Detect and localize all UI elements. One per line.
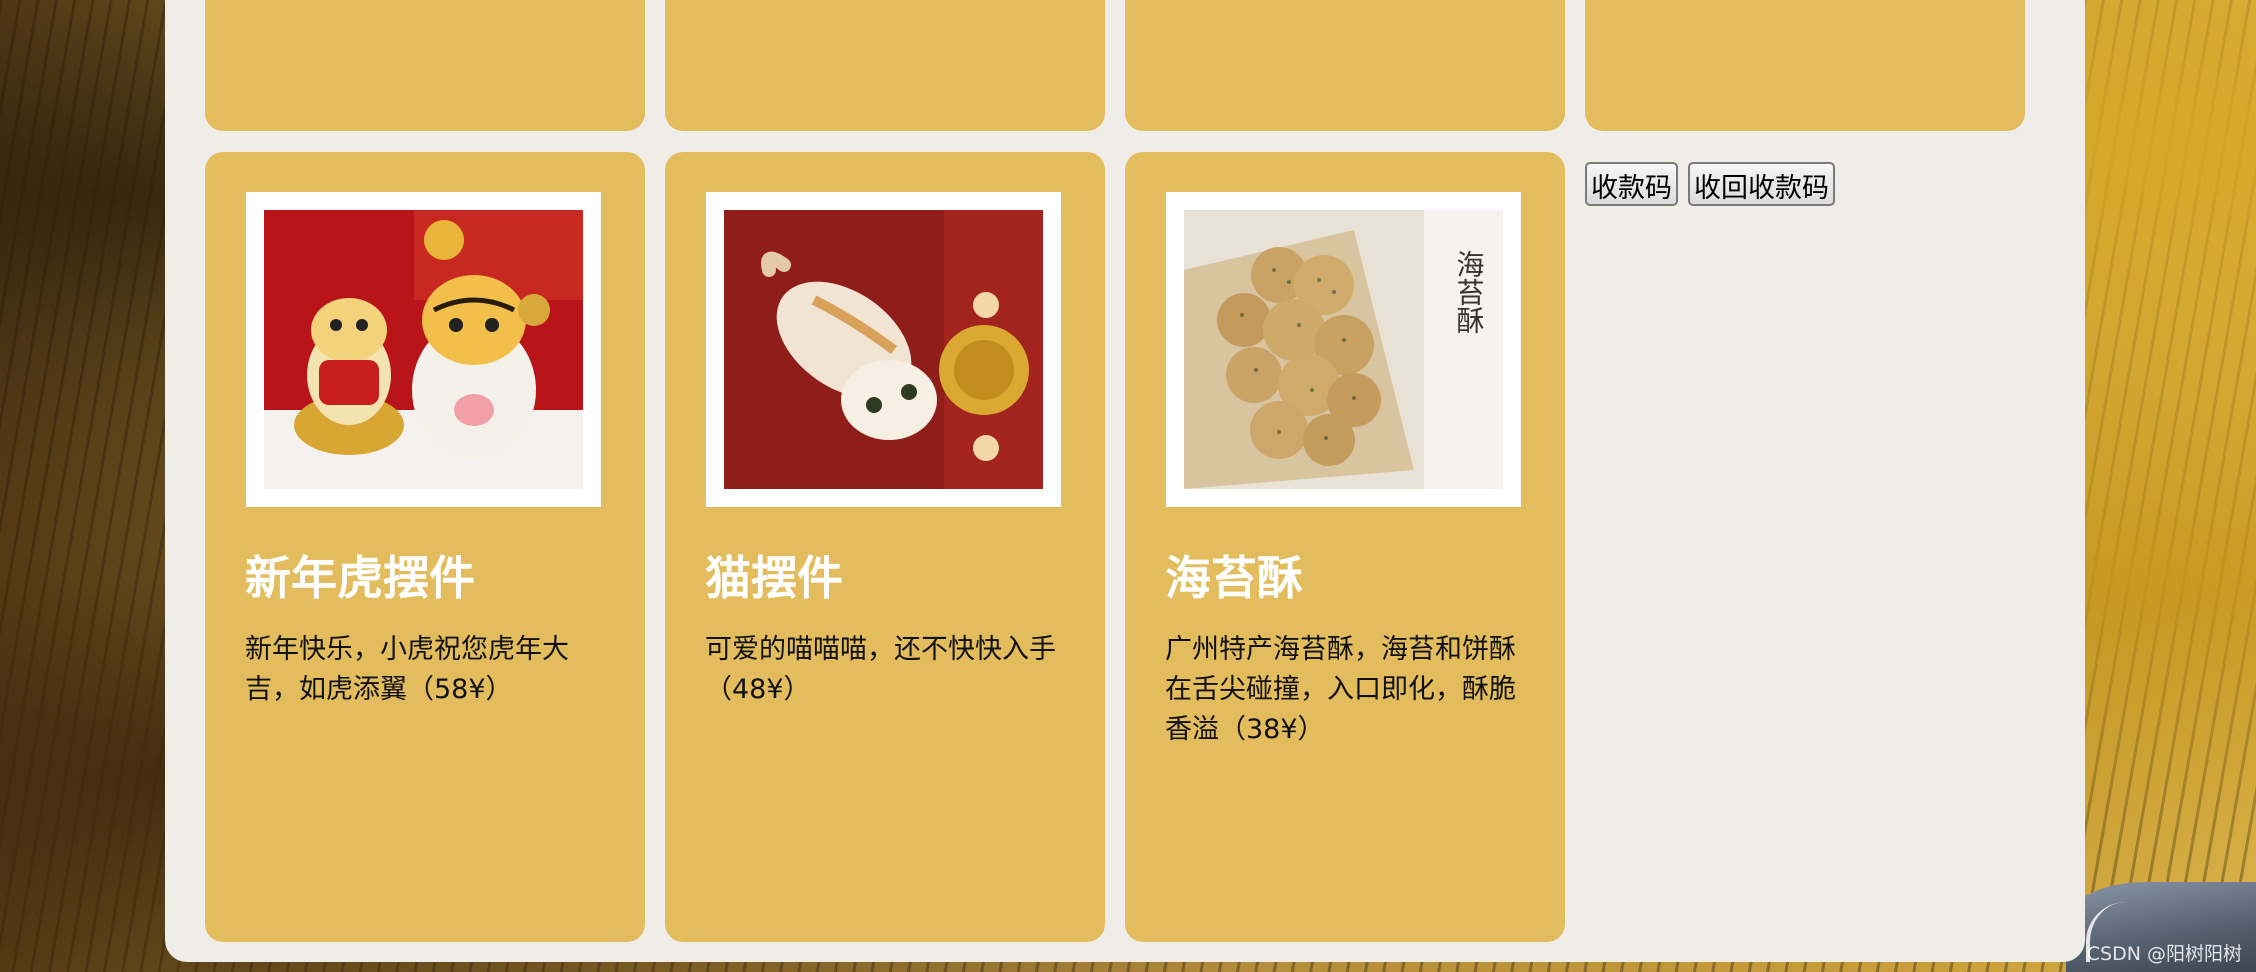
payment-code-button[interactable]: 收款码 — [1585, 162, 1678, 206]
main-panel: 新年虎摆件 新年快乐，小虎祝您虎年大吉，如虎添翼（58¥） 猫摆件 可爱的喵喵喵… — [165, 0, 2085, 962]
product-card-top-3 — [1125, 0, 1565, 131]
seaweed-cookies-image: 海苔酥 — [1184, 210, 1503, 489]
product-description: 广州特产海苔酥，海苔和饼酥在舌尖碰撞，入口即化，酥脆香溢（38¥） — [1165, 634, 1516, 745]
product-title: 猫摆件 — [705, 551, 843, 605]
product-title: 海苔酥 — [1165, 551, 1303, 605]
watermark: CSDN @阳树阳树 — [2086, 943, 2242, 965]
hide-payment-code-button[interactable]: 收回收款码 — [1688, 162, 1835, 206]
product-description: 可爱的喵喵喵，还不快快入手（48¥） — [705, 634, 1056, 705]
product-image-frame: 海苔酥 — [1166, 192, 1521, 507]
product-card-cat: 猫摆件 可爱的喵喵喵，还不快快入手（48¥） — [665, 152, 1105, 942]
package-text: 海苔酥 — [1453, 250, 1486, 334]
product-title: 新年虎摆件 — [245, 551, 475, 605]
product-card-tiger: 新年虎摆件 新年快乐，小虎祝您虎年大吉，如虎添翼（58¥） — [205, 152, 645, 942]
product-description: 新年快乐，小虎祝您虎年大吉，如虎添翼（58¥） — [245, 634, 569, 705]
product-image-frame — [706, 192, 1061, 507]
product-image-frame — [246, 192, 601, 507]
product-card-top-4 — [1585, 0, 2025, 131]
tiger-figurines-image — [264, 210, 583, 489]
payment-button-row: 收款码 收回收款码 — [1585, 162, 1835, 206]
cat-figurine-image — [724, 210, 1043, 489]
product-card-top-1 — [205, 0, 645, 131]
product-card-seaweed: 海苔酥 海苔酥 广州特产海苔酥，海苔和饼酥在舌尖碰撞，入口即化，酥脆香溢（38¥… — [1125, 152, 1565, 942]
product-card-top-2 — [665, 0, 1105, 131]
